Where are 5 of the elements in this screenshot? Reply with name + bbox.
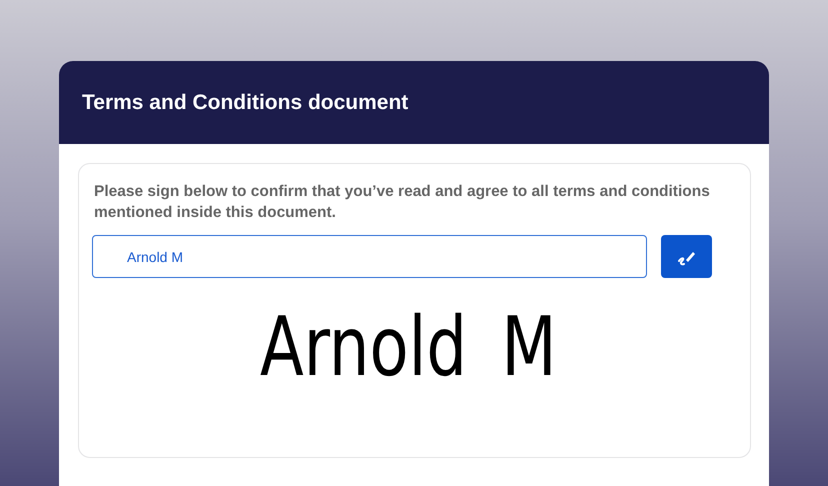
instruction-text: Please sign below to confirm that you’ve read and agree to all terms and conditions mentioned inside this document. [93,182,711,223]
signature-text: Arnold M [260,300,557,396]
name-field[interactable]: Arnold M [92,235,647,278]
window-title: Terms and Conditions document [82,90,408,114]
sign-button[interactable] [661,235,712,278]
